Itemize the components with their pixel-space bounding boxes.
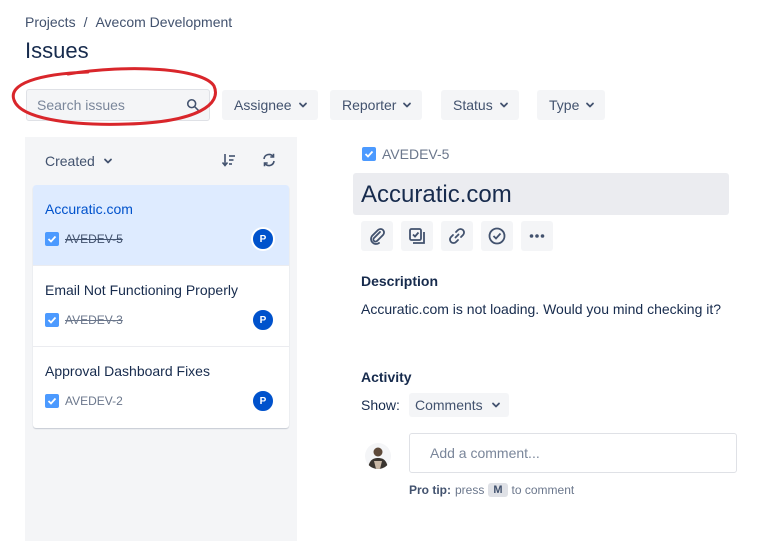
- task-checkbox-icon: [45, 313, 59, 327]
- issue-title: Accuratic.com: [45, 201, 133, 217]
- user-photo-icon: [365, 443, 391, 469]
- pro-tip-prefix: Pro tip:: [409, 483, 451, 497]
- chevron-down-icon: [586, 102, 595, 108]
- breadcrumb-projects[interactable]: Projects: [25, 14, 76, 30]
- filter-status-button[interactable]: Status: [441, 90, 519, 120]
- search-icon[interactable]: [186, 98, 200, 112]
- description-label: Description: [361, 273, 439, 289]
- issue-title: Email Not Functioning Properly: [45, 282, 238, 298]
- issue-card-avedev-2[interactable]: Approval Dashboard Fixes AVEDEV-2 P: [33, 347, 289, 428]
- filter-reporter-button[interactable]: Reporter: [330, 90, 423, 120]
- chevron-down-icon: [298, 102, 307, 108]
- breadcrumb-project[interactable]: Avecom Development: [95, 14, 232, 30]
- issue-key-row: AVEDEV-3: [45, 313, 123, 327]
- subtask-button[interactable]: [401, 221, 433, 251]
- filter-label: Type: [549, 97, 580, 113]
- breadcrumb-separator: /: [83, 14, 88, 30]
- issue-key: AVEDEV-2: [65, 394, 123, 408]
- issue-list-panel: Created Accuratic.com AVEDEV-5 P Email N…: [25, 137, 297, 541]
- filter-label: Reporter: [342, 97, 397, 113]
- task-checkbox-icon: [362, 147, 376, 161]
- issue-key: AVEDEV-5: [65, 232, 123, 246]
- issue-title: Approval Dashboard Fixes: [45, 363, 210, 379]
- task-checkbox-icon: [45, 394, 59, 408]
- sort-created-button[interactable]: Created: [45, 153, 113, 169]
- page-title: Issues: [25, 38, 89, 63]
- show-label: Show:: [361, 397, 400, 413]
- assignee-avatar[interactable]: P: [251, 308, 275, 332]
- sort-label: Created: [45, 153, 95, 169]
- check-circle-icon: [488, 227, 506, 245]
- issue-key-row: AVEDEV-5: [45, 232, 123, 246]
- comment-box[interactable]: [409, 433, 737, 473]
- filter-label: Assignee: [234, 97, 292, 113]
- filter-assignee-button[interactable]: Assignee: [222, 90, 318, 120]
- pro-tip-press: press: [455, 483, 485, 497]
- shortcut-key: M: [488, 483, 508, 497]
- comment-input[interactable]: [430, 445, 710, 461]
- chevron-down-icon: [403, 102, 412, 108]
- resolve-button[interactable]: [481, 221, 513, 251]
- current-user-avatar: [365, 443, 391, 469]
- detail-title-field[interactable]: Accuratic.com: [353, 173, 729, 215]
- chevron-down-icon: [499, 102, 508, 108]
- issue-card-avedev-5[interactable]: Accuratic.com AVEDEV-5 P: [33, 185, 289, 266]
- filter-type-button[interactable]: Type: [537, 90, 606, 120]
- activity-label: Activity: [361, 369, 412, 385]
- link-icon: [449, 228, 465, 244]
- sort-order-icon[interactable]: [221, 152, 237, 168]
- chevron-down-icon: [491, 402, 500, 408]
- chevron-down-icon: [103, 158, 112, 164]
- filter-label: Status: [453, 97, 493, 113]
- detail-key-text: AVEDEV-5: [382, 146, 450, 162]
- activity-filter-select[interactable]: Comments: [409, 393, 509, 417]
- more-button[interactable]: [521, 221, 553, 251]
- search-box[interactable]: [26, 89, 210, 121]
- pro-tip: Pro tip: press M to comment: [409, 483, 574, 497]
- more-icon: [529, 234, 545, 238]
- description-text[interactable]: Accuratic.com is not loading. Would you …: [361, 301, 721, 317]
- assignee-avatar[interactable]: P: [251, 227, 275, 251]
- link-button[interactable]: [441, 221, 473, 251]
- issue-key-row: AVEDEV-2: [45, 394, 123, 408]
- refresh-icon[interactable]: [261, 152, 277, 168]
- issue-card-avedev-3[interactable]: Email Not Functioning Properly AVEDEV-3 …: [33, 266, 289, 347]
- pro-tip-suffix: to comment: [511, 483, 575, 497]
- breadcrumb: Projects / Avecom Development: [25, 14, 232, 30]
- detail-issue-key[interactable]: AVEDEV-5: [362, 146, 449, 162]
- search-input[interactable]: [37, 97, 177, 113]
- attach-button[interactable]: [361, 221, 393, 251]
- task-checkbox-icon: [45, 232, 59, 246]
- detail-title: Accuratic.com: [361, 181, 512, 208]
- attach-icon: [370, 228, 385, 245]
- assignee-avatar[interactable]: P: [251, 389, 275, 413]
- issue-list: Accuratic.com AVEDEV-5 P Email Not Funct…: [33, 185, 289, 428]
- subtask-icon: [409, 228, 425, 244]
- issue-key: AVEDEV-3: [65, 313, 123, 327]
- activity-filter-value: Comments: [415, 397, 483, 413]
